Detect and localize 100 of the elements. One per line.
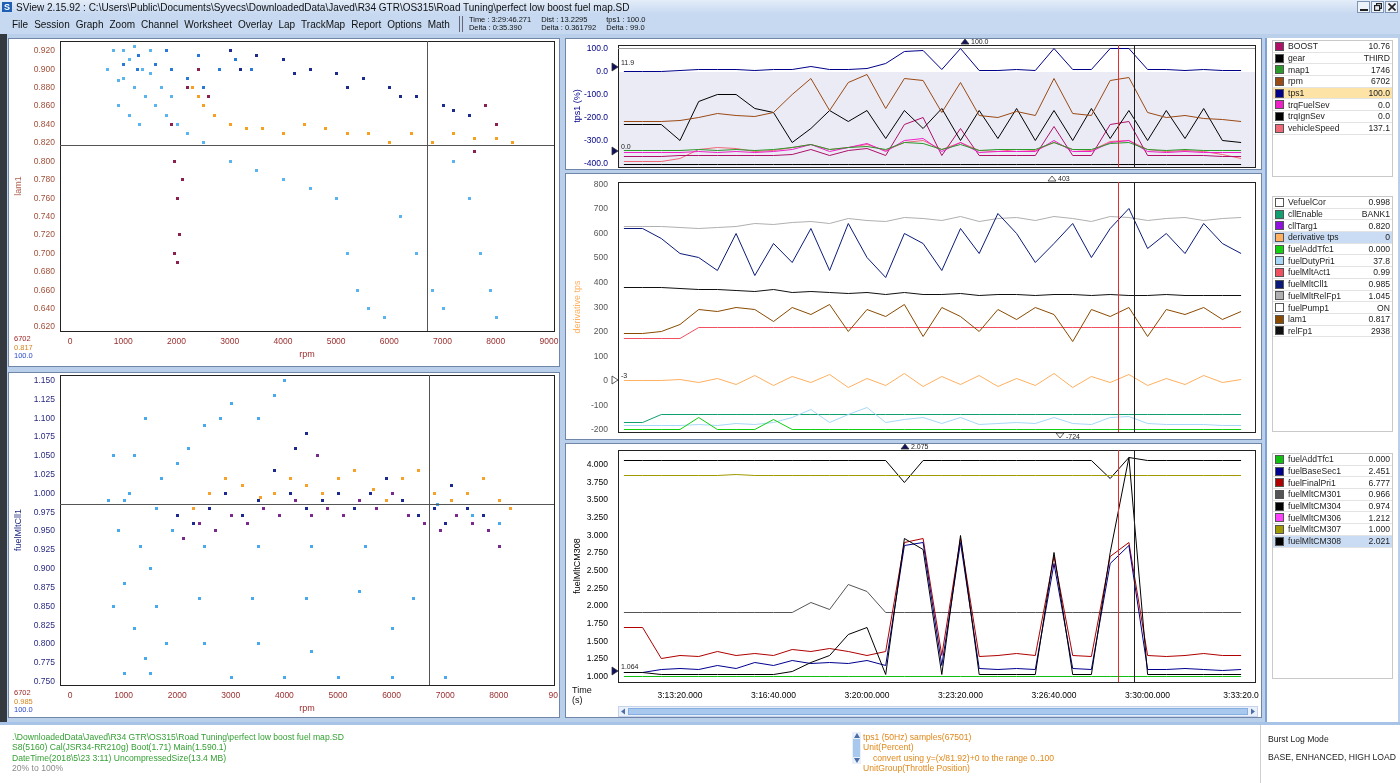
- channel-row[interactable]: fuelMltCM304 0.974: [1273, 500, 1392, 513]
- menu-item[interactable]: Overlay: [234, 15, 276, 33]
- cursor-line[interactable]: [1134, 44, 1135, 168]
- channel-value: THIRD: [1363, 53, 1390, 64]
- channel-row[interactable]: VefuelCor 0.998: [1273, 197, 1392, 209]
- x-tick-label: 3:16:40.000: [751, 690, 796, 700]
- channel-row[interactable]: trqFuelSev 0.0: [1273, 99, 1392, 112]
- menu-item[interactable]: Report: [348, 15, 385, 33]
- down-arrow-icon[interactable]: [852, 757, 861, 764]
- y-tick-label: 1.150: [33, 374, 55, 385]
- file-info-line: DateTime(2018\5\23 3:11) UncompressedSize(13.4 MB): [12, 752, 227, 764]
- channel-name: fuelMltCM308: [1288, 536, 1342, 547]
- x-tick-label: 90: [548, 690, 558, 700]
- vertical-scrollbar[interactable]: [852, 732, 861, 764]
- minimize-button[interactable]: [1357, 1, 1370, 13]
- x-tick-label: 5000: [328, 690, 348, 700]
- y-tick-label: 100: [593, 350, 608, 361]
- channel-name: gear: [1288, 53, 1307, 64]
- channel-value: 100.0: [1368, 88, 1390, 99]
- channel-row[interactable]: fuelMltAct1 0.99: [1273, 267, 1392, 279]
- channel-row[interactable]: fuelMltRelFp1 1.045: [1273, 290, 1392, 303]
- channel-row[interactable]: map1 1746: [1273, 64, 1392, 77]
- channel-row[interactable]: fuelBaseSec1 2.451: [1273, 465, 1392, 478]
- menu-item[interactable]: Session: [31, 15, 73, 33]
- menu-item[interactable]: Options: [384, 15, 425, 33]
- menu-item[interactable]: Lap: [275, 15, 299, 33]
- scrollbar-thumb[interactable]: [628, 708, 1248, 715]
- close-button[interactable]: [1385, 1, 1398, 13]
- channel-name: fuelFinalPri1: [1288, 477, 1337, 488]
- x-tick-label: 4000: [273, 336, 293, 346]
- up-arrow-icon[interactable]: [852, 732, 861, 739]
- channel-row[interactable]: fuelAddTfc1 0.000: [1273, 243, 1392, 256]
- channel-value: 0.000: [1368, 454, 1390, 465]
- channel-row[interactable]: rpm 6702: [1273, 76, 1392, 88]
- channel-info-line: tps1 (50Hz) samples(67501): [863, 732, 973, 743]
- channel-name: fuelAddTfc1: [1288, 244, 1335, 255]
- channel-row[interactable]: BOOST 10.76: [1273, 41, 1392, 53]
- channel-name: trqIgnSev: [1288, 111, 1326, 122]
- scrollbar-thumb[interactable]: [853, 739, 860, 757]
- x-tick-label: 3:26:40.000: [1031, 690, 1077, 700]
- channel-row[interactable]: trqIgnSev 0.0: [1273, 111, 1392, 123]
- channel-row[interactable]: fuelMltCM306 1.212: [1273, 512, 1392, 525]
- y-tick-label: 2.000: [586, 600, 608, 611]
- channel-value: BANK1: [1361, 209, 1390, 220]
- y-tick-label: 0.740: [33, 210, 55, 221]
- right-arrow-icon[interactable]: [1248, 707, 1257, 716]
- channel-value: 6.777: [1368, 477, 1390, 488]
- y-tick-label: 0.0: [596, 65, 608, 76]
- cursor-line[interactable]: [1134, 181, 1135, 433]
- y-tick-label: -300.0: [583, 134, 608, 145]
- window-title: SView 2.15.92 : C:\Users\Public\Documents\Syvecs\DownloadedData\Javed\R34 GTR\OS315\Road Tuning\perfect low boost fuel map.SD: [16, 1, 630, 13]
- y-tick-label: 3.500: [586, 494, 608, 505]
- menu-item[interactable]: Math: [424, 15, 453, 33]
- channel-value: 1.000: [1368, 524, 1390, 535]
- channel-value: 37.8: [1373, 255, 1390, 266]
- channel-row[interactable]: fuelDutyPri1 37.8: [1273, 255, 1392, 268]
- menu-item[interactable]: Graph: [72, 15, 107, 33]
- menu-item[interactable]: Worksheet: [181, 15, 235, 33]
- channel-row[interactable]: relFp1 2938: [1273, 325, 1392, 338]
- channel-name: fuelMltCM301: [1288, 489, 1342, 500]
- menu-item[interactable]: File: [9, 15, 32, 33]
- menu-item[interactable]: Zoom: [106, 15, 139, 33]
- menu-item[interactable]: TrackMap: [298, 15, 349, 33]
- channel-name: cllEnable: [1288, 209, 1324, 220]
- channel-row[interactable]: fuelMltCM307 1.000: [1273, 524, 1392, 536]
- y-tick-label: 1.075: [33, 431, 55, 442]
- x-tick-label: 3:20:00.000: [844, 690, 890, 700]
- menu-item[interactable]: Channel: [138, 15, 182, 33]
- restore-button[interactable]: [1371, 1, 1384, 13]
- y-axis-label: tps1 (%): [572, 89, 582, 123]
- y-tick-label: 0.700: [33, 247, 55, 258]
- y-tick-label: 1.050: [33, 450, 55, 461]
- channel-info-line: convert using y=(x/81.92)+0 to the range 0..100: [872, 752, 1055, 764]
- channel-row[interactable]: fuelMltCll1 0.985: [1273, 278, 1392, 291]
- channel-row[interactable]: fuelPump1 ON: [1273, 302, 1392, 314]
- channel-name: fuelAddTfc1: [1288, 454, 1335, 465]
- channel-row[interactable]: lam1 0.817: [1273, 313, 1392, 326]
- x-tick-label: 3:13:20.000: [657, 690, 703, 700]
- channel-name: fuelMltCM307: [1288, 524, 1342, 535]
- cursor-line[interactable]: [1118, 44, 1119, 168]
- y-tick-label: 0.800: [33, 638, 55, 649]
- range-text: 20% to 100%: [12, 763, 65, 774]
- channel-row[interactable]: fuelMltCM301 0.966: [1273, 489, 1392, 501]
- channel-row[interactable]: cllEnable BANK1: [1273, 208, 1392, 221]
- channel-name: fuelMltCM304: [1288, 501, 1342, 512]
- cursor-line[interactable]: [1118, 181, 1119, 433]
- horizontal-scrollbar[interactable]: [618, 706, 1258, 717]
- channel-row[interactable]: fuelFinalPri1 6.777: [1273, 477, 1392, 490]
- channel-row[interactable]: vehicleSpeed 137.1: [1273, 122, 1392, 135]
- channel-row[interactable]: gear THIRD: [1273, 52, 1392, 65]
- channel-row[interactable]: fuelAddTfc1 0.000: [1273, 454, 1392, 466]
- left-arrow-icon[interactable]: [619, 707, 628, 716]
- cursor-line[interactable]: [1118, 449, 1119, 683]
- close-icon: [1387, 3, 1396, 11]
- channel-value: 6702: [1370, 76, 1390, 87]
- x-tick-label: 3:30:00.000: [1125, 690, 1170, 700]
- y-tick-label: 0.780: [33, 174, 55, 185]
- channel-row[interactable]: derivative tps 0: [1273, 232, 1392, 244]
- cursor-line[interactable]: [1134, 449, 1135, 683]
- file-info-line: S8(5160) Cal(JSR34-RR210g) Boot(1.71) Main(1.590.1): [12, 742, 228, 753]
